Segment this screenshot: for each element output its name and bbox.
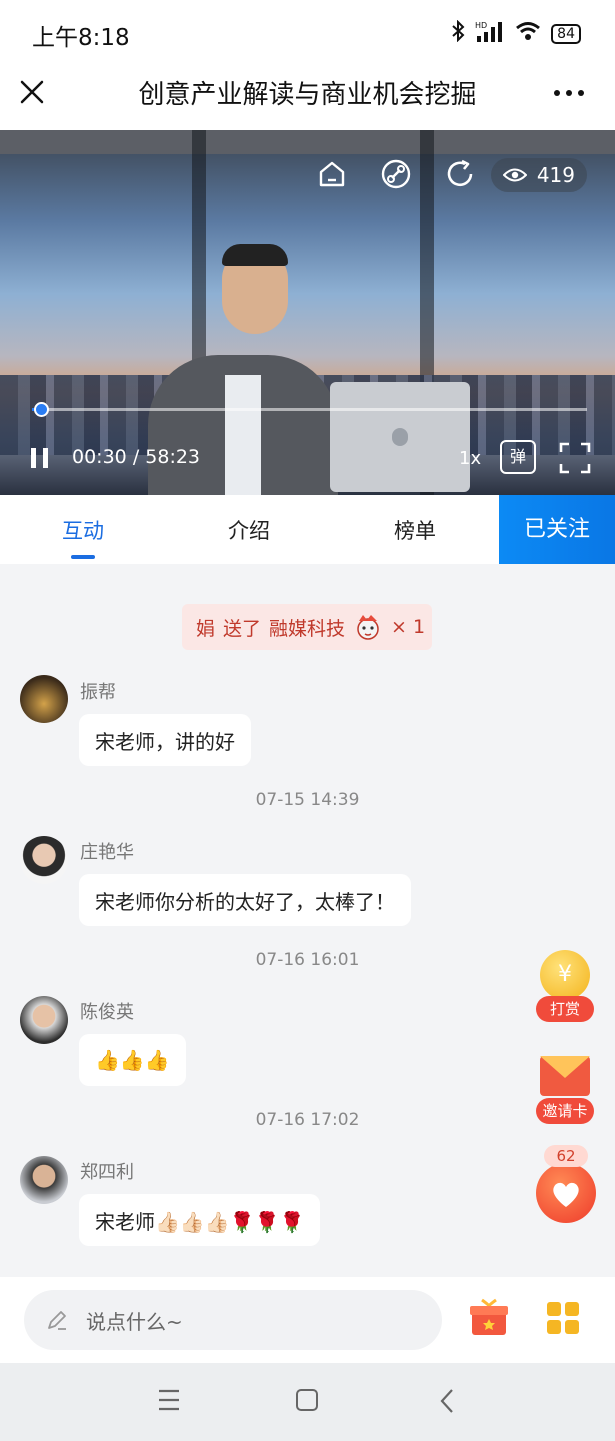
recent-apps-button[interactable] [157,1387,181,1413]
message-timestamp: 07-15 14:39 [255,790,360,810]
message-timestamp: 07-16 17:02 [255,1110,360,1130]
fullscreen-icon [559,442,591,474]
cellular-signal-icon: HD [475,20,505,47]
gift-name: 融媒科技 [269,617,346,640]
system-nav-bar [0,1363,615,1441]
presenter-shirt [225,375,261,495]
share-link-button[interactable] [380,158,412,190]
menu-icon [159,1389,179,1411]
gift-count: × 1 [391,616,426,638]
pause-icon [31,448,48,468]
invite-label: 邀请卡 [536,1098,594,1124]
video-time: 00:30 / 58:23 [72,446,200,468]
fullscreen-button[interactable] [558,441,592,475]
follow-button[interactable]: 已关注 [499,495,615,564]
gift-sender: 娟 [196,617,216,640]
refresh-icon [447,159,473,187]
gift-button[interactable] [468,1297,510,1339]
reward-button[interactable]: ¥ 打赏 [536,950,594,1026]
battery-indicator: 84 [551,23,581,44]
close-button[interactable] [14,74,50,110]
reward-label: 打赏 [536,996,594,1022]
comment-placeholder: 说点什么~ [86,1309,183,1334]
back-button[interactable] [438,1388,456,1414]
home-button[interactable] [316,158,348,190]
wifi-icon [515,21,541,46]
comment-input[interactable]: 说点什么~ [24,1290,442,1350]
presenter-hair [222,244,288,266]
coin-icon: ¥ [540,950,590,1000]
gift-verb: 送了 [223,617,262,640]
eye-icon [502,168,527,182]
tab-interaction[interactable]: 互动 [62,515,104,545]
pause-button[interactable] [28,446,52,470]
danmu-toggle-button[interactable]: 弹 [500,440,536,474]
lion-mascot-icon [357,615,379,640]
home-nav-button[interactable] [296,1389,318,1411]
like-button[interactable]: 62 [534,1145,598,1227]
refresh-button[interactable] [444,158,476,190]
time-separator: / [132,446,140,468]
like-circle [536,1163,596,1223]
pencil-icon [48,1311,66,1330]
viewer-count-badge: 419 [490,158,587,192]
link-icon [381,159,411,189]
message-bubble: 宋老师，讲的好 [79,714,251,766]
more-options-button[interactable] [549,78,589,108]
user-name: 庄艳华 [80,842,134,863]
video-ceiling [0,130,615,154]
title-bar: 创意产业解读与商业机会挖掘 [0,66,615,130]
playback-speed-button[interactable]: 1x [459,448,481,469]
active-tab-indicator [71,555,95,559]
duration: 58:23 [145,446,201,468]
message-timestamp: 07-16 16:01 [255,950,360,970]
message-bubble: 👍👍👍 [79,1034,186,1086]
avatar[interactable] [20,1156,68,1204]
signal-hd-label: HD [475,21,487,30]
laptop-logo [392,428,408,446]
progress-bar[interactable] [32,402,587,417]
gift-box-icon [470,1298,508,1335]
progress-knob[interactable] [33,402,49,417]
invite-card-button[interactable]: 邀请卡 [534,1052,596,1126]
chat-feed[interactable]: 娟 送了 融媒科技 × 1 振帮 宋老师，讲的好 07-15 14:39 庄艳华… [0,564,615,1277]
page-title: 创意产业解读与商业机会挖掘 [138,80,477,110]
back-arrow-icon [440,1389,453,1413]
video-player[interactable]: 419 00:30 / 58:23 1x 弹 [0,130,615,495]
message-bubble: 宋老师👍🏻👍🏻👍🏻🌹🌹🌹 [79,1194,321,1246]
status-time: 上午8:18 [32,25,130,51]
status-bar: 上午8:18 HD 84 [0,0,615,66]
bluetooth-icon [451,19,465,47]
user-name: 振帮 [80,682,116,703]
message-bubble: 宋老师你分析的太好了，太棒了！ [79,874,411,926]
user-name: 郑四利 [80,1162,134,1183]
apps-button[interactable] [546,1301,580,1335]
status-icons: HD 84 [451,19,581,47]
close-icon [20,80,44,104]
tab-intro[interactable]: 介绍 [228,515,270,545]
avatar[interactable] [20,675,68,723]
home-icon [319,161,345,187]
current-time: 00:30 [72,446,127,468]
user-name: 陈俊英 [80,1002,134,1023]
avatar[interactable] [20,836,68,884]
avatar[interactable] [20,996,68,1044]
tab-ranking[interactable]: 榜单 [394,515,436,545]
viewer-count: 419 [536,163,575,187]
gift-notification: 娟 送了 融媒科技 × 1 [182,604,432,650]
tab-bar: 互动 介绍 榜单 已关注 [0,495,615,564]
like-count: 62 [544,1145,588,1167]
heart-icon [553,1182,579,1207]
more-dots-icon [554,90,584,96]
grid-icon [547,1302,579,1334]
input-bar: 说点什么~ [0,1277,615,1363]
